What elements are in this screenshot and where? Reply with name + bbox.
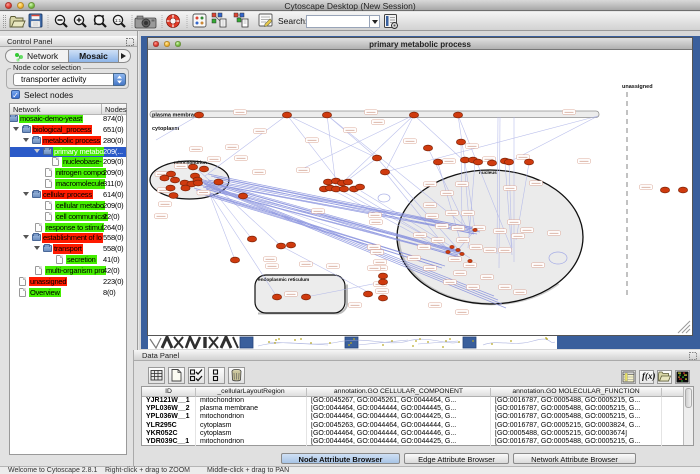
svg-text:unassigned: unassigned bbox=[622, 84, 653, 90]
svg-text:plasma membrane: plasma membrane bbox=[152, 112, 200, 118]
svg-text:1:1: 1:1 bbox=[115, 18, 122, 23]
